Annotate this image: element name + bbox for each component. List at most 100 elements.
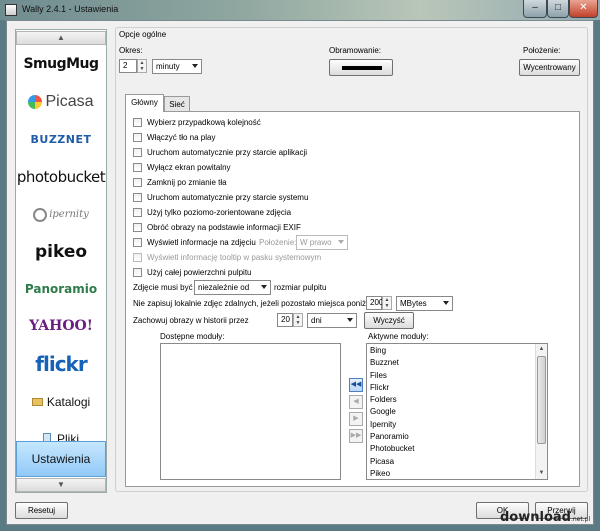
- border-label: Obramowanie:: [329, 46, 382, 55]
- space-unit-select[interactable]: MBytes: [396, 296, 453, 311]
- tray-tooltip-label: Wyświetl informację tooltip w pasku syst…: [147, 253, 322, 262]
- landscape-only-checkbox[interactable]: [133, 208, 142, 217]
- size-value: niezależnie od: [198, 283, 250, 292]
- show-info-label: Wyświetl informacje na zdjęciu: [147, 238, 256, 247]
- list-item[interactable]: Files: [367, 371, 547, 383]
- reset-button[interactable]: Resetuj: [15, 502, 68, 519]
- sidebar-item-buzznet[interactable]: BUZZNET: [16, 121, 106, 158]
- random-order-label: Wybierz przypadkową kolejność: [147, 118, 261, 127]
- chevron-down-icon: [443, 301, 449, 305]
- scroll-down-icon[interactable]: ▼: [536, 468, 547, 479]
- photobucket-logo: photobucket: [16, 167, 106, 186]
- size-select[interactable]: niezależnie od: [194, 280, 271, 295]
- autostart-app-checkbox[interactable]: [133, 148, 142, 157]
- maximize-button[interactable]: □: [547, 0, 569, 18]
- sidebar-item-ustawienia[interactable]: Ustawienia: [16, 441, 106, 477]
- random-order-checkbox[interactable]: [133, 118, 142, 127]
- history-unit-select[interactable]: dni: [307, 313, 357, 328]
- sidebar-item-panoramio[interactable]: Panoramio: [16, 270, 106, 307]
- picasa-logo: Picasa: [45, 92, 94, 110]
- sidebar-item-picasa[interactable]: Picasa: [16, 83, 106, 120]
- move-right-button[interactable]: ▶: [349, 412, 363, 426]
- list-item[interactable]: Flickr: [367, 383, 547, 395]
- history-unit-value: dni: [311, 316, 322, 325]
- whole-desktop-checkbox[interactable]: [133, 268, 142, 277]
- history-spinner[interactable]: ▲ ▼: [293, 313, 303, 327]
- space-input[interactable]: 200: [366, 296, 383, 310]
- space-spinner[interactable]: ▲ ▼: [382, 296, 392, 310]
- active-modules-scrollbar[interactable]: ▲ ▼: [535, 344, 547, 479]
- sidebar-item-label: Ustawienia: [31, 452, 91, 466]
- disable-splash-checkbox[interactable]: [133, 163, 142, 172]
- period-spinner[interactable]: ▲ ▼: [137, 59, 147, 73]
- sidebar-item-pikeo[interactable]: pikeo: [16, 233, 106, 270]
- list-item[interactable]: Photobucket: [367, 444, 547, 456]
- close-button[interactable]: ✕: [569, 0, 598, 18]
- position-button[interactable]: Wycentrowany: [519, 59, 580, 76]
- move-left-button[interactable]: ◀: [349, 395, 363, 409]
- clear-history-button[interactable]: Wyczyść: [364, 312, 414, 329]
- list-item[interactable]: Ipernity: [367, 420, 547, 432]
- list-item[interactable]: Pikeo: [367, 469, 547, 481]
- autostart-system-checkbox[interactable]: [133, 193, 142, 202]
- sidebar-item-yahoo[interactable]: YAHOO!: [16, 307, 106, 344]
- background-play-checkbox[interactable]: [133, 133, 142, 142]
- list-item[interactable]: Google: [367, 407, 547, 419]
- minimize-button[interactable]: –: [523, 0, 547, 18]
- history-input[interactable]: 20: [277, 313, 293, 327]
- sidebar-item-flickr[interactable]: flickr: [16, 345, 106, 382]
- smugmug-logo: SmugMug: [23, 55, 99, 72]
- scroll-thumb[interactable]: [537, 356, 546, 444]
- landscape-only-label: Użyj tylko poziomo-zorientowane zdjęcia: [147, 208, 292, 217]
- border-color-button[interactable]: [329, 59, 393, 76]
- autostart-app-label: Uruchom automatycznie przy starcie aplik…: [147, 148, 308, 157]
- tab-siec[interactable]: Sieć: [164, 96, 190, 112]
- download-watermark: download.net.pl: [500, 510, 590, 525]
- list-item[interactable]: Buzznet: [367, 358, 547, 370]
- close-after-change-checkbox[interactable]: [133, 178, 142, 187]
- app-icon: [5, 4, 17, 16]
- show-info-checkbox[interactable]: [133, 238, 142, 247]
- size-prefix-label: Zdjęcie musi być: [133, 283, 193, 292]
- list-item[interactable]: Panoramio: [367, 432, 547, 444]
- position-label: Położenie:: [523, 46, 561, 55]
- sidebar-item-photobucket[interactable]: photobucket: [16, 158, 106, 195]
- close-after-change-label: Zamknij po zmianie tła: [147, 178, 227, 187]
- disable-splash-label: Wyłącz ekran powitalny: [147, 163, 231, 172]
- list-item[interactable]: Picasa: [367, 457, 547, 469]
- general-options-title: Opcje ogólne: [119, 30, 167, 39]
- info-position-select[interactable]: W prawo: [296, 235, 348, 250]
- active-modules-list[interactable]: Bing Buzznet Files Flickr Folders Google…: [366, 343, 548, 480]
- sidebar-item-smugmug[interactable]: SmugMug: [16, 45, 106, 82]
- flickr-logo: flickr: [35, 351, 87, 376]
- period-unit-value: minuty: [156, 62, 180, 71]
- scroll-up-icon[interactable]: ▲: [536, 344, 547, 355]
- sidebar-item-katalogi[interactable]: Katalogi: [16, 383, 106, 420]
- space-label: Nie zapisuj lokalnie zdjęc zdalnych, jeż…: [133, 299, 373, 308]
- folder-icon: [31, 397, 43, 406]
- window-title: Wally 2.4.1 - Ustawienia: [22, 4, 119, 14]
- move-all-left-button[interactable]: ◀◀: [349, 378, 363, 392]
- move-all-right-button[interactable]: ▶▶: [349, 429, 363, 443]
- space-unit-value: MBytes: [400, 299, 427, 308]
- sidebar-scroll-up-button[interactable]: ▲: [16, 31, 106, 45]
- period-label: Okres:: [119, 46, 143, 55]
- watermark-text: download: [500, 510, 571, 525]
- available-modules-list[interactable]: [160, 343, 341, 480]
- spin-down-icon[interactable]: ▼: [383, 303, 391, 309]
- sidebar-item-ipernity[interactable]: ipernity: [16, 196, 106, 233]
- spin-down-icon[interactable]: ▼: [138, 66, 146, 72]
- picasa-icon: [28, 94, 43, 109]
- watermark-suffix: .net.pl: [570, 516, 591, 523]
- period-input[interactable]: 2: [119, 59, 137, 73]
- spin-down-icon[interactable]: ▼: [294, 320, 302, 326]
- service-sidebar: ▲ SmugMug Picasa BUZZNET photobucket ipe…: [15, 29, 107, 493]
- period-unit-select[interactable]: minuty: [152, 59, 202, 74]
- sidebar-scroll-down-button[interactable]: ▼: [16, 478, 106, 492]
- list-item[interactable]: Folders: [367, 395, 547, 407]
- ipernity-icon: [33, 207, 48, 222]
- exif-rotate-checkbox[interactable]: [133, 223, 142, 232]
- tab-glowny[interactable]: Główny: [125, 94, 164, 112]
- tray-tooltip-checkbox[interactable]: [133, 253, 142, 262]
- list-item[interactable]: Bing: [367, 346, 547, 358]
